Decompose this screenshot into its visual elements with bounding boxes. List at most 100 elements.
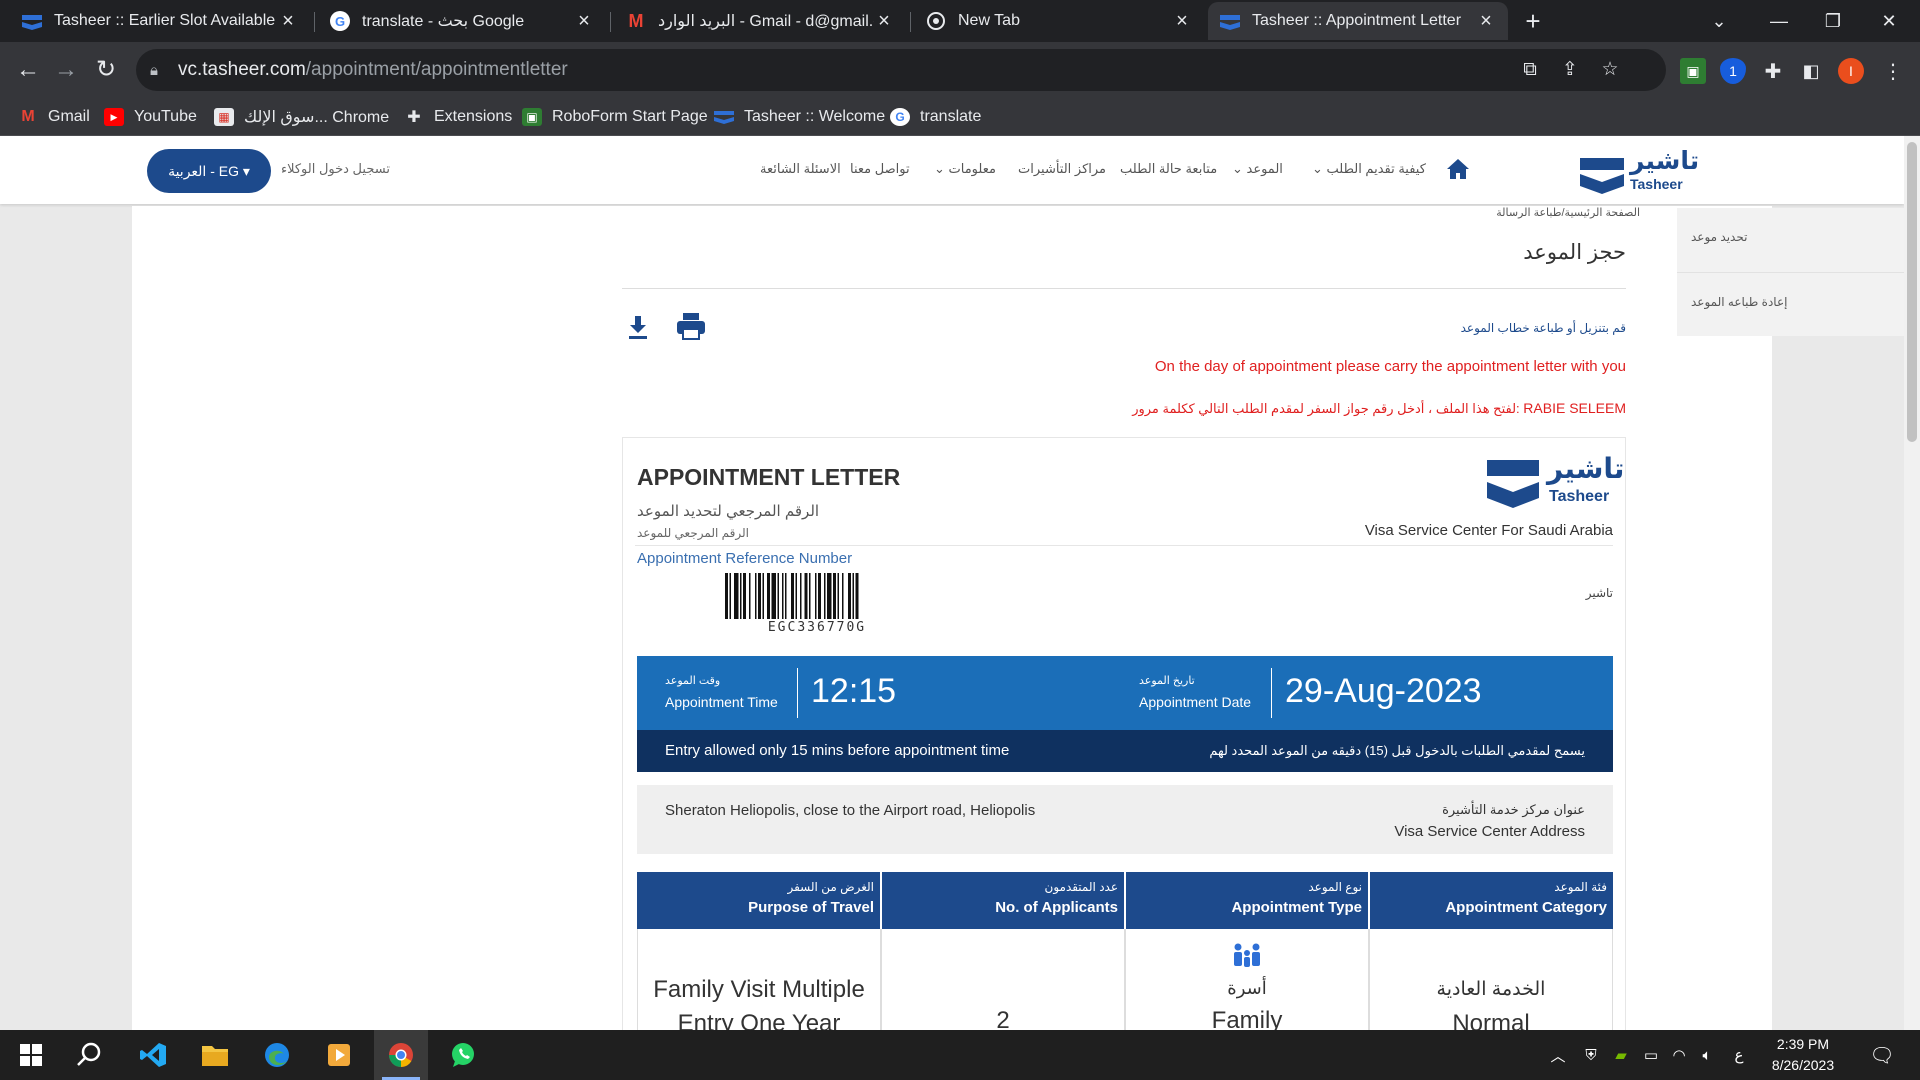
bookmark-roboform[interactable]: ▣ RoboForm Start Page [522,98,708,136]
side-panel-icon[interactable]: ◧ [1798,58,1824,84]
menu-kebab-icon[interactable]: ⋮ [1880,58,1906,84]
sidebar-item-book-appointment[interactable]: تحديد موعد [1677,208,1913,272]
print-icon[interactable] [676,312,706,340]
tab-earlier-slot[interactable]: Tasheer :: Earlier Slot Available × [10,2,310,40]
tab-appointment-letter[interactable]: Tasheer :: Appointment Letter × [1208,2,1508,40]
barcode-bar [824,573,826,619]
new-tab-button[interactable]: + [1518,6,1548,36]
show-hidden-icons[interactable]: ︿ [1546,1030,1570,1080]
nav-track-application[interactable]: متابعة حالة الطلب [1120,161,1217,177]
chrome-app[interactable] [374,1030,428,1080]
close-icon[interactable]: × [1476,10,1496,33]
page-scrollbar[interactable] [1904,136,1920,1030]
battery-icon[interactable]: ▭ [1638,1030,1664,1080]
edge-app[interactable] [250,1030,304,1080]
nav-contact[interactable]: تواصل معنا [850,161,910,177]
chrome-icon [926,11,946,31]
bookmark-translate[interactable]: Gtranslate [890,98,981,136]
language-selector[interactable]: العربية - EG ▾ [147,149,271,193]
whatsapp-app[interactable] [436,1030,490,1080]
bitwarden-icon[interactable]: 1 [1720,58,1746,84]
volume-icon[interactable]: 🔈︎ [1694,1030,1720,1080]
profile-avatar[interactable]: I [1838,58,1864,84]
vscode-app[interactable] [126,1030,180,1080]
home-icon[interactable] [1446,158,1470,180]
column-header-purpose: الغرض من السفر Purpose of Travel [637,872,880,929]
close-icon[interactable]: × [574,10,594,33]
close-icon[interactable]: × [874,10,894,33]
wifi-icon[interactable]: ◠ [1666,1030,1692,1080]
bookmark-gmail[interactable]: M Gmail [18,98,89,136]
lock-icon[interactable]: 🔒︎ [150,62,170,79]
scrollbar-thumb[interactable] [1907,142,1917,442]
column-header-applicants: عدد المتقدمون No. of Applicants [881,872,1124,929]
site-logo[interactable]: تاشير Tasheer [1578,146,1699,196]
close-icon[interactable]: × [278,10,298,33]
file-explorer-app[interactable] [188,1030,242,1080]
address-label-english: Visa Service Center Address [1394,823,1585,840]
type-arabic: أسرة [1227,978,1267,998]
roboform-icon[interactable]: ▣ [1680,58,1706,84]
extensions-puzzle-icon[interactable]: ✚ [1760,58,1786,84]
tab-translate[interactable]: G translate - بحث Google × [318,2,606,40]
system-clock[interactable]: 2:39 PM 8/26/2023 [1748,1034,1858,1076]
tab-search-icon[interactable]: ⌄ [1692,0,1746,42]
download-icon[interactable] [626,314,650,340]
bookmark-chrome-store[interactable]: ▦ سوق الإلك... Chrome [214,98,389,136]
purpose-line-2: Entry One Year [677,1010,841,1030]
barcode [725,573,859,619]
bookmark-star-icon[interactable]: ☆ [1592,49,1628,91]
edge-icon [265,1043,289,1067]
google-icon: G [330,11,350,31]
tab-gmail[interactable]: M البريد الوارد - Gmail - d@gmail.com × [614,2,906,40]
share-icon[interactable]: ⇪ [1552,49,1588,91]
nav-faq[interactable]: الاسئلة الشائعة [760,161,841,177]
nav-information[interactable]: ⌄ معلومات [934,161,996,177]
folder-icon [202,1046,228,1066]
security-shield-icon[interactable]: ⛨ [1578,1030,1604,1080]
column-header-type: نوع الموعد Appointment Type [1125,872,1368,929]
bookmark-extensions[interactable]: ✚ Extensions [404,98,512,136]
tab-separator [314,12,315,32]
close-icon[interactable]: × [1172,10,1192,33]
close-window-button[interactable]: ✕ [1862,0,1916,42]
nav-appointment[interactable]: ⌄ الموعد [1232,161,1283,177]
chevron-down-icon: ⌄ [934,161,949,176]
barcode-bar [785,573,787,619]
logo-english: Tasheer [1549,488,1610,505]
notification-icon[interactable]: 🗨︎ [1862,1030,1902,1080]
applicants-count: 2 [996,1007,1010,1030]
search-icon [77,1042,101,1066]
nav-how-to-apply[interactable]: ⌄ كيفية تقديم الطلب [1312,161,1426,177]
media-player-app[interactable] [312,1030,366,1080]
search-button[interactable] [62,1030,116,1080]
restore-button[interactable]: ❐ [1806,0,1860,42]
address-bar[interactable]: 🔒︎ vc.tasheer.com/appointment/appointmen… [136,49,1666,91]
tasheer-icon [22,11,42,31]
nav-visa-centers[interactable]: مراكز التأشيرات [1018,161,1106,177]
start-button[interactable] [4,1030,58,1080]
forward-button[interactable]: → [48,52,84,88]
url-text[interactable]: vc.tasheer.com/appointment/appointmentle… [178,59,568,81]
tab-label: Tasheer :: Appointment Letter [1252,12,1462,29]
page-viewport: العربية - EG ▾ تسجيل دخول الوكلاء الاسئل… [0,136,1920,1030]
open-in-app-icon[interactable]: ⧉ [1512,49,1548,91]
barcode-bar [755,573,757,619]
tab-separator [910,12,911,32]
bookmark-tasheer[interactable]: Tasheer :: Welcome [714,98,885,136]
tab-new-tab[interactable]: New Tab × [914,2,1204,40]
input-language[interactable]: ع [1728,1030,1750,1080]
barcode-bar [815,573,817,619]
puzzle-icon: ✚ [407,109,421,126]
nvidia-icon[interactable]: ▰ [1608,1030,1634,1080]
minimize-button[interactable]: — [1752,0,1806,42]
reload-button[interactable]: ↻ [88,52,124,88]
purpose-line-1: Family Visit Multiple [653,976,865,1003]
back-button[interactable]: ← [10,52,46,88]
bookmark-youtube[interactable]: ▶ YouTube [104,98,197,136]
barcode-bar [734,573,739,619]
breadcrumb[interactable]: الصفحة الرئيسية/طباعة الرسالة [1332,206,1640,219]
barcode-bar [827,573,832,619]
sidebar-item-reprint[interactable]: إعادة طباعه الموعد [1677,272,1913,336]
agent-login-link[interactable]: تسجيل دخول الوكلاء [281,161,390,177]
